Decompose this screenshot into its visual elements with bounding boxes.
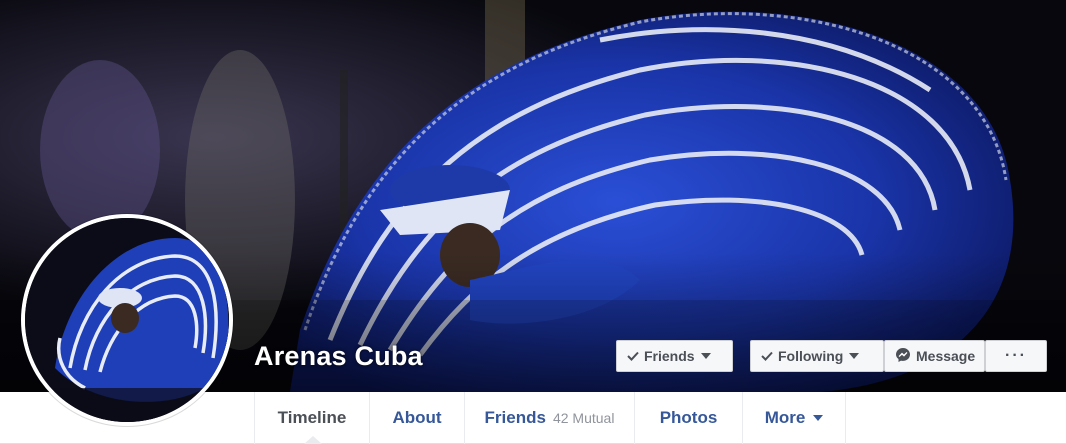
tab-more[interactable]: More bbox=[742, 392, 846, 444]
friends-button-label: Friends bbox=[644, 348, 695, 364]
following-button[interactable]: Following bbox=[750, 340, 884, 372]
tab-about[interactable]: About bbox=[369, 392, 464, 444]
tab-more-label: More bbox=[764, 408, 806, 427]
message-button[interactable]: Message bbox=[884, 340, 985, 372]
messenger-icon bbox=[895, 347, 911, 366]
active-tab-indicator bbox=[304, 436, 322, 444]
friends-button[interactable]: Friends bbox=[616, 340, 733, 372]
tab-about-label: About bbox=[392, 408, 442, 427]
chevron-down-icon bbox=[849, 353, 860, 359]
chevron-down-icon bbox=[700, 353, 711, 359]
message-button-label: Message bbox=[916, 348, 976, 364]
tab-friends-label: Friends bbox=[484, 408, 546, 427]
profile-name[interactable]: Arenas Cuba bbox=[254, 341, 423, 372]
chevron-down-icon bbox=[813, 415, 824, 421]
tab-friends[interactable]: Friends 42 Mutual bbox=[464, 392, 634, 444]
check-icon bbox=[627, 348, 639, 364]
profile-picture-image bbox=[25, 218, 229, 422]
check-icon bbox=[761, 348, 773, 364]
tab-photos-label: Photos bbox=[659, 408, 718, 427]
following-button-label: Following bbox=[778, 348, 844, 364]
tab-timeline-label: Timeline bbox=[277, 408, 347, 427]
mutual-friends-count: 42 Mutual bbox=[552, 410, 615, 426]
ellipsis-icon[interactable]: ··· bbox=[985, 340, 1047, 372]
more-actions-label: ··· bbox=[1005, 347, 1027, 364]
tab-photos[interactable]: Photos bbox=[634, 392, 742, 444]
profile-picture[interactable] bbox=[21, 214, 233, 426]
